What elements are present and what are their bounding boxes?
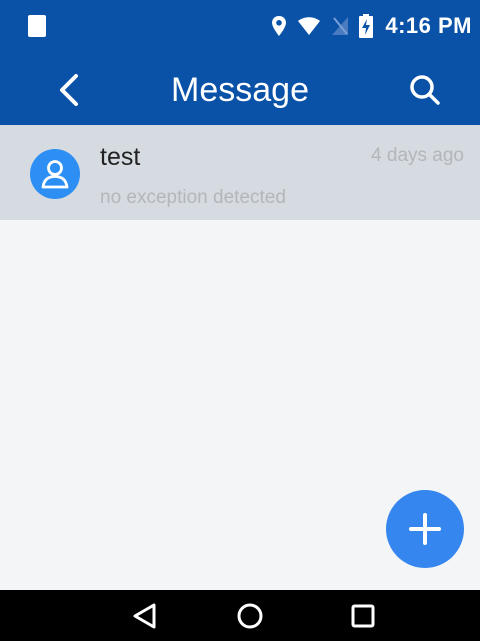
nav-back-icon (133, 603, 156, 628)
no-sim-icon (332, 17, 349, 35)
status-bar: 4:16 PM (0, 0, 480, 55)
message-item[interactable]: test 4 days ago no exception detected (0, 125, 480, 220)
nav-home-button[interactable] (220, 590, 280, 641)
search-icon (410, 75, 440, 105)
status-icons: 4:16 PM (271, 11, 472, 41)
wifi-icon (298, 17, 321, 35)
plus-icon (409, 513, 441, 545)
status-time: 4:16 PM (385, 13, 472, 38)
app-bar: Message (0, 55, 480, 125)
message-preview: no exception detected (100, 187, 286, 208)
nav-home-icon (237, 603, 263, 628)
message-time: 4 days ago (371, 145, 464, 166)
battery-charging-icon (359, 14, 374, 38)
add-message-button[interactable] (386, 490, 464, 568)
sender-name: test (100, 143, 141, 171)
avatar (30, 149, 80, 199)
location-icon (272, 16, 287, 36)
search-button[interactable] (400, 65, 450, 115)
navigation-bar (0, 590, 480, 641)
notification-icon (28, 15, 46, 37)
message-list: test 4 days ago no exception detected (0, 125, 480, 220)
user-avatar-icon (41, 160, 69, 189)
nav-recents-button[interactable] (333, 590, 393, 641)
nav-recents-icon (351, 604, 375, 627)
nav-back-button[interactable] (115, 590, 175, 641)
